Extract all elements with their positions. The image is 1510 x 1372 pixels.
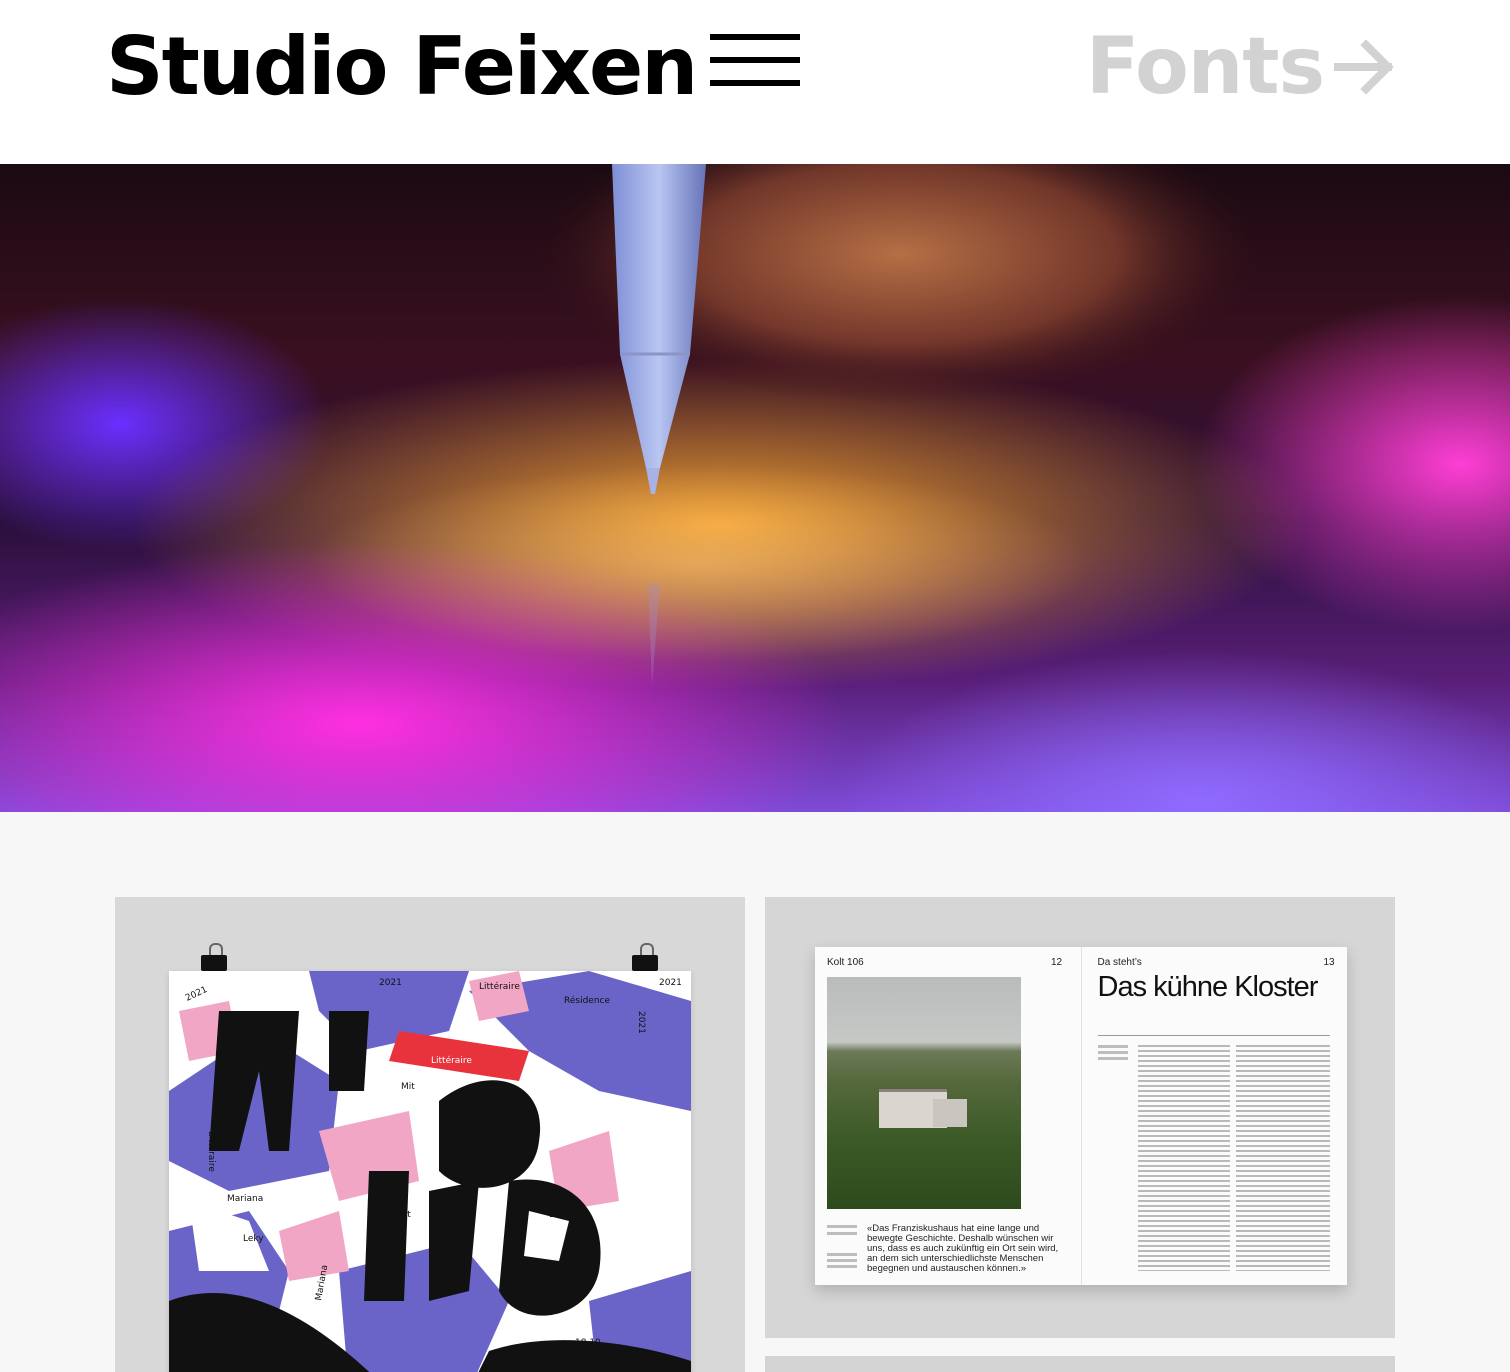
svg-text:27.09.: 27.09.: [249, 1359, 278, 1369]
svg-text:Leky: Leky: [549, 1210, 570, 1220]
svg-text:18.10.: 18.10.: [575, 1338, 604, 1348]
magazine-right-page: Da steht’s 13 Das kühne Kloster: [1081, 947, 1347, 1285]
project-card-next[interactable]: [765, 1356, 1395, 1372]
magazine-spread: Kolt 106 12 «Das Franziskushaus hat eine…: [815, 947, 1347, 1285]
hero-image: [0, 164, 1510, 812]
magazine-right-header: Da steht’s: [1097, 957, 1142, 968]
svg-text:27.09.: 27.09.: [189, 1339, 218, 1349]
fonts-link[interactable]: Fonts: [1086, 22, 1396, 112]
magazine-right-page-number: 13: [1323, 957, 1335, 968]
svg-text:Mit: Mit: [401, 1082, 415, 1092]
svg-text:Mit: Mit: [397, 1210, 411, 1220]
fonts-link-label: Fonts: [1086, 22, 1325, 112]
svg-text:Leky: Leky: [243, 1234, 264, 1244]
monastery-photo: [827, 977, 1021, 1209]
magazine-left-page-number: 12: [1051, 957, 1063, 968]
magazine-title: Das kühne Kloster: [1097, 971, 1319, 1003]
svg-text:Résidence: Résidence: [564, 995, 610, 1006]
svg-text:bis: bis: [549, 1344, 562, 1354]
arrow-right-icon: [1334, 39, 1394, 95]
svg-text:Littéraire: Littéraire: [206, 1131, 217, 1172]
site-header: Studio Feixen Fonts: [0, 0, 1510, 164]
svg-text:2021: 2021: [659, 978, 682, 988]
svg-text:2021: 2021: [636, 1011, 646, 1034]
magazine-quote: «Das Franziskushaus hat eine lange und b…: [867, 1223, 1059, 1274]
mariana-leky-poster: 2021 2021 Littéraire Résidence 2021 2021…: [169, 971, 691, 1372]
svg-text:Littéraire: Littéraire: [431, 1055, 472, 1066]
pencil-illustration: [540, 164, 1260, 684]
magazine-left-header: Kolt 106: [827, 957, 864, 968]
project-card-poster[interactable]: 2021 2021 Littéraire Résidence 2021 2021…: [115, 897, 745, 1372]
svg-text:Mariana: Mariana: [227, 1194, 263, 1204]
site-logo[interactable]: Studio Feixen: [106, 22, 698, 112]
svg-text:27.09.: 27.09.: [279, 1334, 308, 1344]
svg-text:2021: 2021: [379, 978, 402, 988]
svg-text:Littéraire: Littéraire: [479, 981, 520, 992]
project-card-magazine[interactable]: Kolt 106 12 «Das Franziskushaus hat eine…: [765, 897, 1395, 1338]
magazine-left-page: Kolt 106 12 «Das Franziskushaus hat eine…: [815, 947, 1082, 1285]
svg-text:Leky: Leky: [195, 1296, 216, 1306]
menu-button[interactable]: [708, 32, 802, 92]
